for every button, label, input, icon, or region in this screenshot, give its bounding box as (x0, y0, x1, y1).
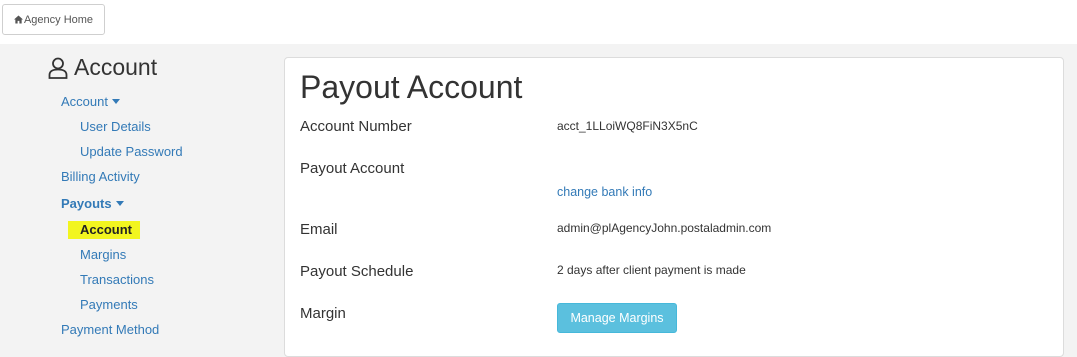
sidebar-item-user-details[interactable]: User Details (80, 119, 151, 135)
sidebar-title: Account (48, 54, 157, 81)
top-bar: Agency Home (0, 0, 1077, 44)
manage-margins-button[interactable]: Manage Margins (557, 303, 677, 333)
sidebar-item-payouts-menu[interactable]: Payouts (61, 196, 124, 212)
sidebar-item-payments[interactable]: Payments (80, 297, 138, 313)
agency-home-button[interactable]: Agency Home (2, 4, 105, 35)
email-label: Email (300, 221, 338, 238)
sidebar-item-billing-activity[interactable]: Billing Activity (61, 169, 140, 185)
sidebar-item-update-password[interactable]: Update Password (80, 144, 183, 160)
caret-down-icon (115, 201, 124, 206)
sidebar-item-transactions[interactable]: Transactions (80, 272, 154, 288)
sidebar-item-account-menu[interactable]: Account (61, 94, 120, 110)
payout-schedule-label: Payout Schedule (300, 263, 414, 280)
user-icon (48, 57, 68, 79)
account-number-label: Account Number (300, 118, 412, 135)
sidebar-item-margins[interactable]: Margins (80, 247, 126, 263)
payout-account-panel: Payout Account Account Number acct_1LLoi… (284, 57, 1064, 357)
caret-down-icon (111, 99, 120, 104)
home-icon (13, 15, 23, 24)
change-bank-info-link[interactable]: change bank info (557, 185, 652, 199)
page-title: Payout Account (300, 69, 523, 105)
sidebar-item-label: Payouts (61, 196, 112, 211)
agency-home-label: Agency Home (23, 13, 94, 26)
payout-schedule-value: 2 days after client payment is made (557, 263, 746, 277)
email-value: admin@plAgencyJohn.postaladmin.com (557, 221, 772, 235)
account-number-value: acct_1LLoiWQ8FiN3X5nC (557, 119, 698, 133)
sidebar-item-payout-account[interactable]: Account (68, 221, 140, 239)
payout-account-label: Payout Account (300, 160, 405, 177)
sidebar-item-label: Account (61, 94, 108, 109)
sidebar: Account Account User Details Update Pass… (0, 44, 280, 347)
sidebar-title-text: Account (74, 54, 158, 80)
margin-label: Margin (300, 305, 346, 322)
sidebar-item-payment-method[interactable]: Payment Method (61, 322, 159, 338)
